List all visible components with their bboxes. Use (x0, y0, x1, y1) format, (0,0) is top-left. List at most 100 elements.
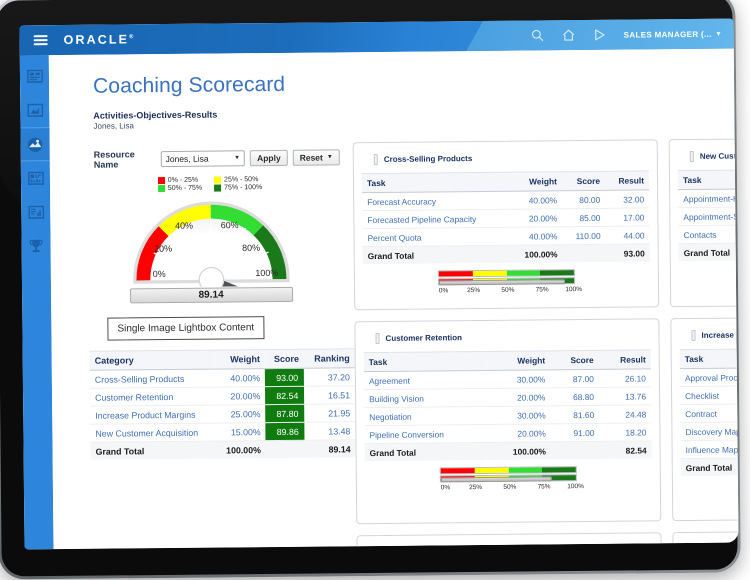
task-table: Task Weight Score Result Appointment-Hel… (678, 167, 739, 261)
performance-gauge: 0% - 25% 25% - 50% 50% - 75% 75% - 100% (80, 167, 341, 303)
sidebar-item-dashboard[interactable] (20, 59, 49, 93)
cell-score: 80.00 (562, 190, 605, 208)
column-header-result: Result (605, 171, 649, 190)
legend-swatch (214, 177, 221, 184)
sidebar-item-analytics[interactable] (20, 127, 49, 161)
cell-category: Increase Product Margins (90, 405, 216, 424)
cell-weight: 15.00% (216, 423, 266, 441)
cell-score: 87.80 (265, 404, 304, 422)
resource-name-select-value: Jones, Lisa (166, 154, 209, 164)
gauge-legend-label: 25% - 50% (224, 176, 258, 183)
user-menu[interactable]: SALES MANAGER (... ▾ (624, 29, 721, 39)
search-icon[interactable] (531, 28, 545, 42)
panel-new-customer-acquisition: New Customer Acquisition Task Weight Sco… (669, 136, 739, 307)
column-header-weight: Weight (487, 351, 550, 371)
cell-task: Grand Total (681, 457, 739, 476)
cell-score (266, 440, 305, 458)
panel-title: New Customer Acquisition (678, 146, 739, 170)
trophy-icon (29, 238, 44, 254)
table-row[interactable]: Checklist (680, 384, 738, 405)
gauge-tick-40: 40% (175, 221, 193, 231)
cell-task: Building Vision (364, 388, 488, 407)
drag-handle-icon[interactable] (375, 333, 379, 344)
cell-weight: 100.00% (509, 245, 562, 263)
cell-weight: 30.00% (487, 370, 550, 389)
cell-task: Discovery Map (680, 421, 738, 440)
table-total-row: Grand Total (681, 456, 739, 476)
panel-title-label: Customer Retention (385, 333, 462, 343)
cell-task: Contacts (678, 224, 738, 243)
cell-result: 17.00 (605, 208, 649, 226)
sidebar-item-awards[interactable] (21, 229, 50, 263)
bullet-tick: 100% (567, 483, 584, 490)
panel-title: Increase Product Margins (679, 325, 738, 349)
gauge-legend-item: 0% - 25% (158, 177, 202, 184)
table-total-row: Grand Total 100.00% 82.54 (365, 441, 652, 461)
gauge-dial: 0% 20% 40% 60% 80% 100% (129, 194, 293, 288)
home-icon[interactable] (562, 28, 576, 42)
cell-task: Appointment-Set (678, 206, 738, 225)
table-total-row: Grand Total 100.00% 89.14 (91, 440, 356, 460)
cell-score: 82.54 (265, 386, 304, 404)
device-stage: ORACLE® SALES MANAGER (... ▾ (0, 0, 750, 575)
cell-result: 13.76 (599, 387, 651, 405)
bullet-value-bar (441, 476, 552, 482)
table-total-row: Grand Total (679, 241, 739, 261)
column-header-category: Category (90, 350, 216, 370)
panel-customer-retention: Customer Retention Task Weight Score Res… (354, 318, 661, 524)
hamburger-icon[interactable] (34, 33, 48, 48)
column-header-score: Score (265, 349, 304, 368)
column-header-task: Task (362, 172, 509, 192)
drag-handle-icon[interactable] (374, 154, 378, 165)
table-row[interactable]: Contacts (678, 223, 738, 244)
sidebar-item-presentation[interactable] (20, 93, 49, 127)
cell-weight: 20.00% (509, 209, 562, 228)
table-row[interactable]: Discovery Map (680, 420, 738, 441)
cell-task: Contract (680, 403, 738, 422)
legend-swatch (158, 185, 165, 192)
table-row[interactable]: Approval Process (680, 366, 739, 387)
table-row[interactable]: Appointment-Held (678, 187, 738, 208)
gauge-tick-60: 60% (220, 220, 238, 230)
panel-title: Customer Retention (363, 328, 650, 352)
column-header-score: Score (550, 350, 599, 369)
bullet-chart: 0% 25% 50% 75% 100% (440, 466, 577, 493)
analytics-icon (27, 136, 44, 153)
lightbox-note: Single Image Lightbox Content (107, 316, 264, 341)
cell-score: 87.00 (550, 369, 599, 387)
bullet-tick: 50% (501, 287, 514, 294)
reset-button[interactable]: Reset ▼ (293, 149, 340, 165)
cell-task: Forecasted Pipeline Capacity (362, 209, 509, 228)
cell-weight: 40.00% (509, 191, 562, 210)
table-header-row: Task Weight Score Result (680, 347, 739, 369)
cell-score: 85.00 (562, 208, 605, 226)
cell-category: Cross-Selling Products (90, 369, 216, 388)
table-header-row: Category Weight Score Ranking (90, 349, 355, 371)
gauge-legend-label: 50% - 75% (168, 185, 202, 192)
bullet-tick: 100% (565, 286, 582, 293)
navigator-icon[interactable] (593, 28, 607, 42)
resource-name-select[interactable]: Jones, Lisa ▼ (161, 150, 246, 167)
panel-title-label: New Customer Acquisition (700, 151, 739, 161)
cell-weight: 100.00% (488, 442, 551, 460)
legend-swatch (214, 185, 221, 192)
apply-button[interactable]: Apply (250, 150, 288, 166)
bullet-tick: 50% (503, 484, 516, 491)
drag-handle-icon[interactable] (691, 330, 695, 341)
table-row[interactable]: Influence Map (681, 438, 739, 459)
cell-task: Pipeline Conversion (364, 424, 488, 443)
table-row[interactable]: Contract (680, 402, 738, 423)
cell-task: Approval Process (680, 367, 739, 386)
page-title: Coaching Scorecard (49, 49, 734, 100)
bullet-tick: 75% (536, 286, 549, 293)
drag-handle-icon[interactable] (690, 151, 694, 162)
cell-result: 44.00 (605, 226, 649, 244)
gauge-legend-item: 50% - 75% (158, 185, 202, 192)
main-content: Coaching Scorecard Activities-Objectives… (49, 49, 739, 550)
sidebar-item-report[interactable] (21, 195, 50, 229)
cell-category: Grand Total (91, 441, 217, 460)
table-row[interactable]: Appointment-Set (678, 205, 738, 226)
cell-weight: 40.00% (215, 369, 265, 387)
sidebar-item-scorecard[interactable] (21, 161, 50, 195)
bullet-tick: 25% (469, 484, 482, 491)
